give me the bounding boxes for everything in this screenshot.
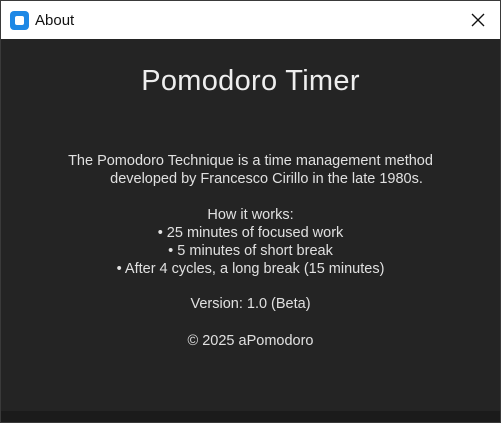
how-item-long-break: • After 4 cycles, a long break (15 minut… (116, 261, 385, 277)
description-line-1: The Pomodoro Technique is a time managem… (68, 153, 433, 169)
window-title: About (35, 11, 75, 29)
app-title: Pomodoro Timer (141, 65, 360, 97)
how-it-works-heading: How it works: (207, 207, 294, 223)
how-item-focus: • 25 minutes of focused work (157, 225, 344, 241)
about-window: About Pomodoro Timer The Pomodoro Techni… (0, 0, 501, 423)
app-icon (10, 10, 29, 30)
version-label: Version: 1.0 (Beta) (190, 296, 311, 312)
title-bar[interactable]: About (1, 1, 500, 39)
description-line-2: developed by Francesco Cirillo in the la… (110, 171, 423, 187)
close-icon (471, 13, 485, 27)
about-content: Pomodoro Timer The Pomodoro Technique is… (1, 39, 500, 411)
close-button[interactable] (456, 1, 500, 39)
how-item-short-break: • 5 minutes of short break (168, 243, 333, 259)
bottom-bar (1, 411, 500, 422)
copyright-label: © 2025 aPomodoro (187, 333, 314, 349)
